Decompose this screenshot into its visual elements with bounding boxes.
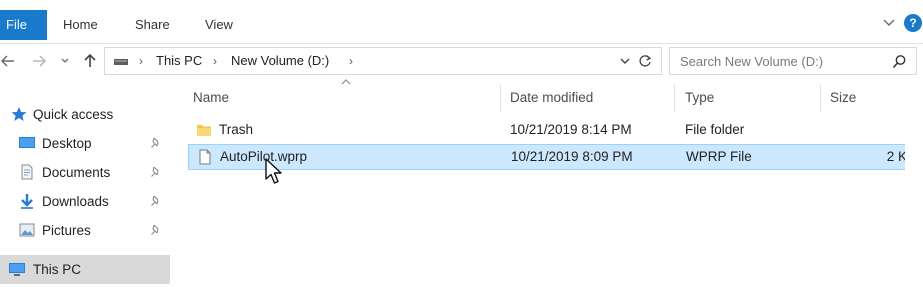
back-arrow-icon[interactable] (0, 53, 16, 69)
tab-view[interactable]: View (205, 10, 233, 40)
file-name[interactable]: Trash (219, 118, 253, 142)
file-date-modified: 10/21/2019 8:09 PM (511, 149, 633, 164)
title-strip (0, 0, 923, 6)
folder-icon (197, 125, 211, 136)
column-divider[interactable] (500, 84, 501, 112)
pin-icon[interactable] (150, 195, 162, 207)
breadcrumb-separator[interactable]: › (349, 48, 353, 74)
column-header-name[interactable]: Name (193, 84, 229, 112)
sidebar-item-desktop[interactable]: Desktop (0, 129, 170, 158)
column-divider[interactable] (674, 84, 675, 112)
help-button[interactable]: ? (904, 14, 922, 32)
sidebar-item-label: Pictures (42, 223, 91, 238)
address-bar[interactable]: › This PC › New Volume (D:) › (104, 47, 662, 75)
pictures-icon (19, 223, 35, 237)
breadcrumb-new-volume[interactable]: New Volume (D:) (231, 48, 329, 74)
desktop-icon (19, 137, 35, 148)
recent-locations-chevron-icon[interactable] (60, 53, 70, 69)
search-input[interactable] (670, 48, 885, 74)
expand-ribbon-chevron-icon[interactable] (882, 16, 896, 30)
column-header-size[interactable]: Size (830, 84, 856, 112)
vertical-scrollbar[interactable] (905, 78, 923, 287)
documents-icon (21, 164, 33, 180)
forward-arrow-icon[interactable] (31, 53, 47, 69)
pin-icon[interactable] (150, 224, 162, 236)
table-row[interactable]: AutoPilot.wprp 10/21/2019 8:09 PM WPRP F… (188, 144, 923, 170)
sidebar-item-label: Documents (42, 165, 111, 180)
pin-icon[interactable] (150, 166, 162, 178)
column-divider[interactable] (820, 84, 821, 112)
column-header-type[interactable]: Type (685, 84, 714, 112)
computer-icon (9, 263, 25, 276)
navigation-bar: › This PC › New Volume (D:) › (0, 44, 923, 78)
file-type: WPRP File (686, 149, 752, 164)
sidebar-item-pictures[interactable]: Pictures (0, 216, 170, 245)
sidebar-item-label: Downloads (42, 194, 109, 209)
file-icon (199, 149, 211, 165)
breadcrumb-this-pc[interactable]: This PC (156, 48, 202, 74)
table-row[interactable]: Trash 10/21/2019 8:14 PM File folder (188, 118, 923, 144)
downloads-icon (21, 194, 33, 209)
sidebar-item-label: This PC (33, 262, 82, 277)
sidebar-item-quick-access[interactable]: Quick access (0, 100, 170, 129)
tab-file[interactable]: File (0, 10, 47, 40)
sidebar-item-label: Desktop (42, 136, 92, 151)
column-header-date-modified[interactable]: Date modified (510, 84, 593, 112)
breadcrumb-separator[interactable]: › (139, 48, 143, 74)
sidebar-item-documents[interactable]: Documents (0, 158, 170, 187)
file-type: File folder (685, 122, 745, 137)
file-date-modified: 10/21/2019 8:14 PM (510, 122, 632, 137)
search-icon[interactable] (892, 54, 907, 69)
search-box[interactable] (669, 47, 917, 75)
address-dropdown-chevron-icon[interactable] (619, 55, 631, 67)
up-arrow-icon[interactable] (82, 53, 98, 69)
sidebar-item-downloads[interactable]: Downloads (0, 187, 170, 216)
navigation-pane: Quick access Desktop Documents Downloads (0, 78, 178, 287)
sidebar-item-label: Quick access (33, 107, 114, 122)
drive-icon (114, 59, 128, 65)
sidebar-item-this-pc[interactable]: This PC (0, 255, 170, 284)
pin-icon[interactable] (150, 137, 162, 149)
refresh-icon[interactable] (637, 53, 653, 69)
ribbon: File Home Share View ? (0, 0, 923, 44)
tab-share[interactable]: Share (135, 10, 170, 40)
file-list: Name Date modified Type Size Trash 10/21… (178, 78, 923, 287)
sort-ascending-caret-icon (341, 79, 351, 85)
mouse-cursor-icon (265, 158, 282, 184)
breadcrumb-separator[interactable]: › (213, 48, 217, 74)
tab-home[interactable]: Home (63, 10, 98, 40)
star-icon (11, 107, 27, 121)
